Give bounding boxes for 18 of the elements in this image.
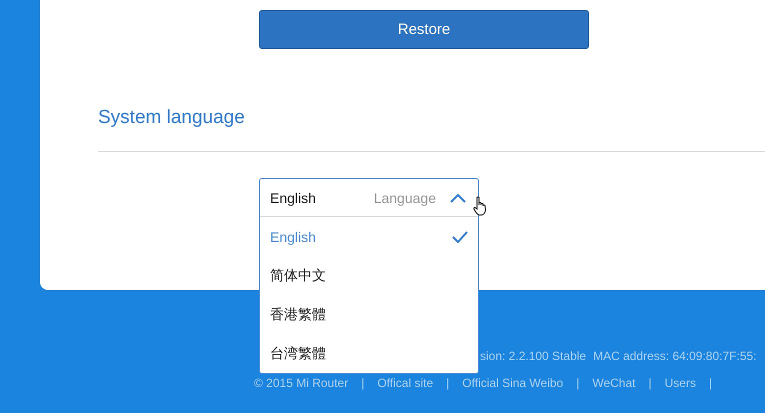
language-option[interactable]: English — [260, 217, 478, 256]
separator: | — [708, 376, 712, 390]
language-option[interactable]: 台湾繁體 — [260, 334, 478, 373]
separator: | — [648, 376, 652, 390]
separator: | — [361, 376, 364, 390]
language-option[interactable]: 简体中文 — [260, 256, 478, 295]
copyright-text: © 2015 Mi Router — [254, 376, 348, 390]
restore-button[interactable]: Restore — [259, 10, 589, 49]
check-icon — [452, 230, 468, 242]
language-option[interactable]: 香港繁體 — [260, 295, 478, 334]
footer-info: MAC address: 64:09:80:7F:55: — [593, 349, 757, 365]
hand-cursor-icon — [473, 196, 487, 216]
section-title: System language — [98, 107, 246, 130]
separator: | — [446, 376, 450, 390]
field-label: Language — [374, 190, 436, 206]
separator: | — [576, 376, 580, 390]
selected-value: English — [270, 190, 317, 206]
footer-info: sion: 2.2.100 Stable — [480, 349, 586, 365]
